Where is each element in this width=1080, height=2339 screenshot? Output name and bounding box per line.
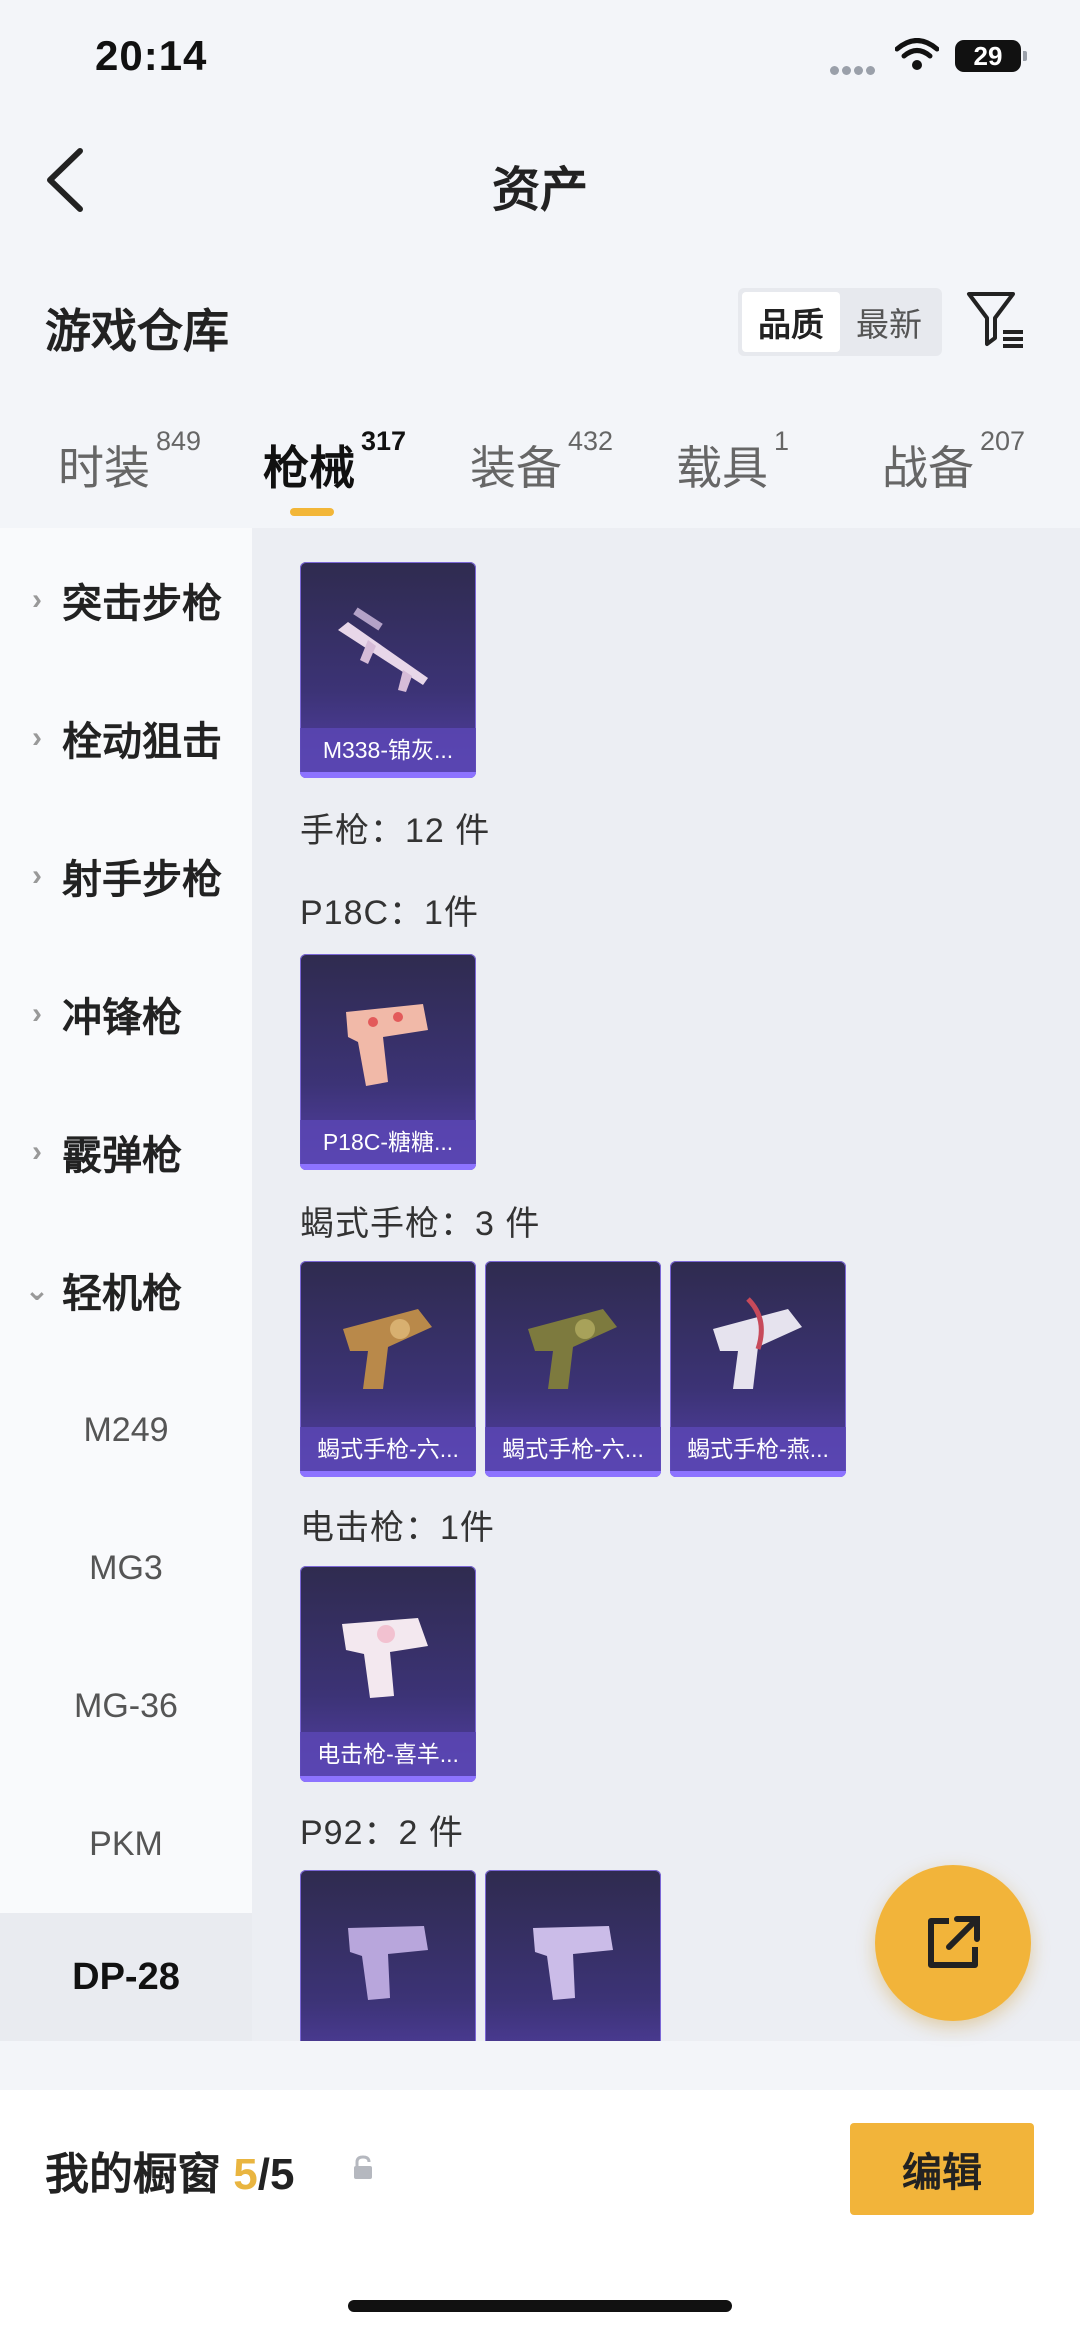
pistol-icon — [348, 1926, 428, 2000]
subitem-dp28[interactable]: DP-28 — [0, 1913, 252, 2041]
chevron-right-icon: › — [32, 1135, 42, 1168]
stun-gun-icon — [342, 1618, 428, 1698]
tab-firearms[interactable]: 枪械317 — [263, 426, 406, 498]
pistol-icon — [346, 1004, 428, 1086]
item-card[interactable]: 蝎式手枪-六... — [300, 1261, 476, 1477]
tab-vehicles[interactable]: 载具1 — [676, 426, 789, 498]
item-card-label: 蝎式手枪-燕... — [670, 1427, 846, 1471]
signal-icon — [830, 62, 880, 75]
item-card-label: 蝎式手枪-六... — [300, 1427, 476, 1471]
share-icon — [928, 1916, 980, 1968]
chevron-right-icon: › — [32, 583, 42, 616]
chevron-down-icon: ⌄ — [24, 1273, 50, 1307]
category-smgs[interactable]: › 冲锋枪 — [0, 969, 252, 1059]
subitem-m249[interactable]: M249 — [0, 1385, 252, 1475]
rarity-bar — [300, 772, 476, 778]
filter-icon[interactable] — [965, 288, 1025, 350]
lock-icon — [354, 2155, 372, 2179]
sort-newest-button[interactable]: 最新 — [840, 292, 938, 352]
p18c-group-label: P18C：1件 — [300, 894, 479, 932]
item-card[interactable] — [300, 1870, 476, 2041]
p92-group-label: P92：2 件 — [300, 1814, 464, 1852]
pistol-icon — [528, 1309, 617, 1389]
scorpion-group-label: 蝎式手枪：3 件 — [300, 1205, 541, 1243]
rarity-bar — [300, 1471, 476, 1477]
chevron-right-icon: › — [32, 721, 42, 754]
item-card-label: M338-锦灰... — [300, 728, 476, 772]
item-card[interactable]: 电击枪-喜羊... — [300, 1566, 476, 1782]
rarity-bar — [300, 1164, 476, 1170]
item-list: M338-锦灰... 手枪：12 件 P18C：1件 P18C-糖糖... 蝎式… — [252, 528, 1080, 2041]
edit-button[interactable]: 编辑 — [850, 2123, 1034, 2215]
subitem-pkm[interactable]: PKM — [0, 1799, 252, 1889]
category-marksman-rifles[interactable]: › 射手步枪 — [0, 831, 252, 921]
category-shotguns[interactable]: › 霰弹枪 — [0, 1107, 252, 1197]
stun-group-label: 电击枪：1件 — [300, 1509, 495, 1547]
item-card[interactable]: M338-锦灰... — [300, 562, 476, 778]
pistol-group-header: 手枪：12 件 — [300, 812, 491, 850]
rifle-icon — [338, 607, 428, 692]
warehouse-title: 游戏仓库 — [45, 305, 229, 357]
tab-tactical[interactable]: 战备207 — [882, 426, 1025, 498]
status-time: 20:14 — [95, 32, 208, 79]
category-bolt-snipers[interactable]: › 栓动狙击 — [0, 693, 252, 783]
subitem-mg36[interactable]: MG-36 — [0, 1661, 252, 1751]
sort-toggle[interactable]: 品质 最新 — [738, 288, 942, 356]
item-card-label: 电击枪-喜羊... — [300, 1732, 476, 1776]
active-tab-indicator — [290, 508, 334, 516]
battery-icon: 29 — [955, 40, 1027, 72]
pistol-icon — [343, 1309, 432, 1389]
item-card[interactable] — [485, 1870, 661, 2041]
tab-equipment[interactable]: 装备432 — [470, 426, 613, 498]
page-title: 资产 — [491, 164, 588, 217]
category-lmgs[interactable]: ⌄ 轻机枪 — [0, 1245, 252, 1335]
wifi-icon — [895, 38, 939, 70]
pistol-icon — [533, 1926, 613, 2000]
rarity-bar — [300, 1776, 476, 1782]
showcase-title: 我的橱窗 5/5 — [45, 2150, 295, 2199]
chevron-right-icon: › — [32, 997, 42, 1030]
subitem-mg3[interactable]: MG3 — [0, 1523, 252, 1613]
rarity-bar — [485, 1471, 661, 1477]
share-button[interactable] — [875, 1865, 1031, 2021]
category-assault-rifles[interactable]: › 突击步枪 — [0, 555, 252, 645]
tab-fashion[interactable]: 时装849 — [58, 426, 201, 498]
item-card-label: 蝎式手枪-六... — [485, 1427, 661, 1471]
pistol-icon — [713, 1297, 802, 1389]
chevron-right-icon: › — [32, 859, 42, 892]
rarity-bar — [670, 1471, 846, 1477]
item-card[interactable]: 蝎式手枪-燕... — [670, 1261, 846, 1477]
item-card[interactable]: P18C-糖糖... — [300, 954, 476, 1170]
home-indicator — [348, 2300, 732, 2312]
sort-quality-button[interactable]: 品质 — [742, 292, 840, 352]
item-card-label: P18C-糖糖... — [300, 1120, 476, 1164]
item-card[interactable]: 蝎式手枪-六... — [485, 1261, 661, 1477]
